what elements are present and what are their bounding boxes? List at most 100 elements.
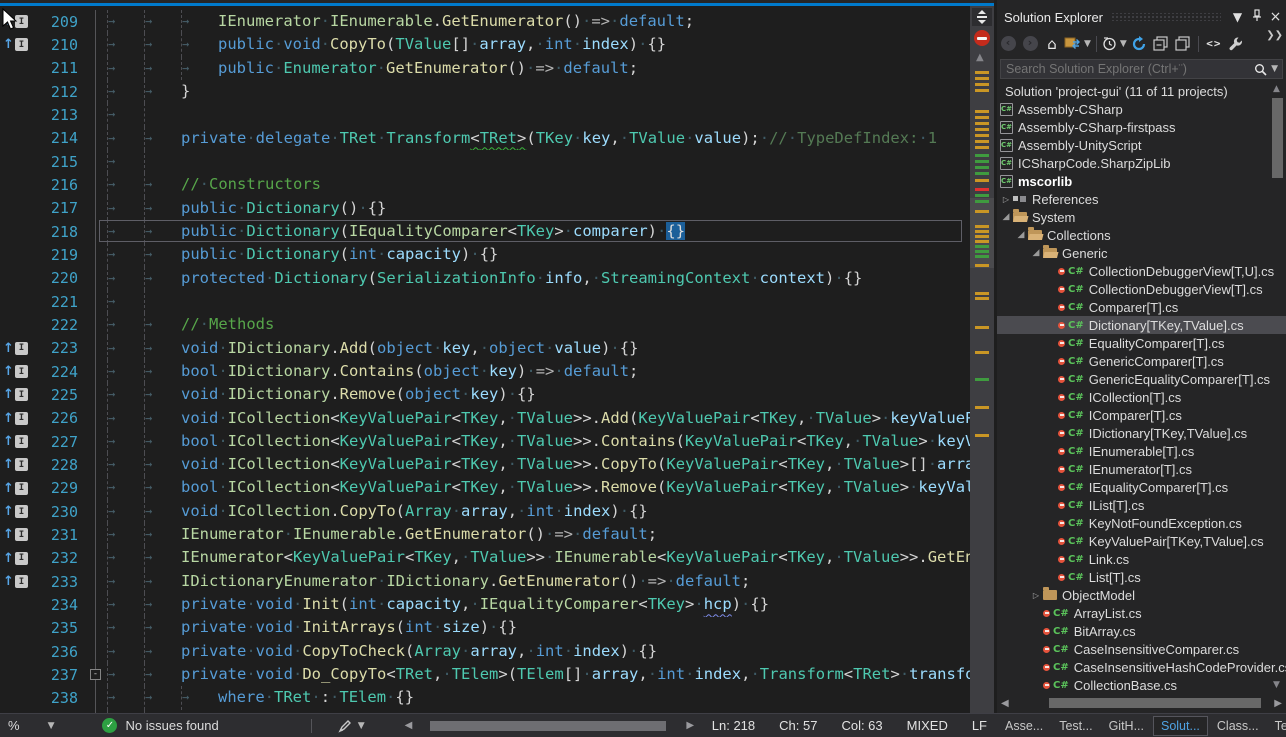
code-line[interactable]: ↑I229→→bool·ICollection<KeyValuePair<TKe…: [0, 477, 970, 500]
scroll-up-icon[interactable]: ▲: [1273, 84, 1280, 94]
code-text[interactable]: →→→public·Enumerator·GetEnumerator()·=>·…: [96, 57, 970, 81]
line-number[interactable]: 215: [34, 153, 78, 171]
issues-indicator[interactable]: ✓ No issues found: [102, 718, 218, 733]
code-text[interactable]: →→IEnumerator<KeyValuePair<TKey,·TValue>…: [96, 546, 970, 570]
search-input[interactable]: [1001, 62, 1254, 76]
implements-interface-gutter-icon[interactable]: ↑I: [0, 575, 34, 588]
tree-item[interactable]: C#ICollection[T].cs: [997, 388, 1286, 406]
line-number[interactable]: 237: [34, 666, 78, 684]
panel-tab-asse[interactable]: Asse...: [998, 717, 1050, 735]
code-text[interactable]: →→private·delegate·TRet·Transform<TRet>(…: [96, 127, 970, 151]
tree-item[interactable]: ◢Generic: [997, 244, 1286, 262]
implements-interface-gutter-icon[interactable]: ↑I: [0, 482, 34, 495]
fold-margin[interactable]: [78, 640, 96, 663]
code-text[interactable]: →→→where·TRet·:·TElem·{}: [96, 686, 970, 710]
tree-item[interactable]: C#CollectionDebuggerView[T,U].cs: [997, 262, 1286, 280]
implements-interface-gutter-icon[interactable]: ↑I: [0, 365, 34, 378]
code-text[interactable]: →→public·Dictionary(IEqualityComparer<TK…: [96, 220, 970, 244]
code-text[interactable]: →→void·ICollection<KeyValuePair<TKey,·TV…: [96, 453, 970, 477]
fold-margin[interactable]: [78, 267, 96, 290]
code-text[interactable]: →→}: [96, 80, 970, 104]
code-line[interactable]: ↑I231→→IEnumerator·IEnumerable.GetEnumer…: [0, 523, 970, 546]
search-options-chevron-icon[interactable]: ▼: [1271, 64, 1278, 74]
tree-item[interactable]: C#BitArray.cs: [997, 622, 1286, 640]
panel-tab-test[interactable]: Test...: [1052, 717, 1099, 735]
code-text[interactable]: →→bool·ICollection<KeyValuePair<TKey,·TV…: [96, 430, 970, 454]
fold-margin[interactable]: [78, 173, 96, 196]
code-line[interactable]: ↑I224→→bool·IDictionary.Contains(object·…: [0, 360, 970, 383]
code-text[interactable]: →→//·Constructors: [96, 173, 970, 197]
fold-margin[interactable]: [78, 220, 96, 243]
fold-margin[interactable]: [78, 243, 96, 266]
scrollbar-track[interactable]: [418, 720, 680, 732]
code-text[interactable]: →→void·ICollection<KeyValuePair<TKey,·TV…: [96, 407, 970, 431]
code-text[interactable]: →→void·IDictionary.Add(object·key,·objec…: [96, 337, 970, 361]
pin-button[interactable]: [1248, 9, 1265, 25]
line-number[interactable]: 225: [34, 386, 78, 404]
code-line[interactable]: ↑I233 →→IDictionaryEnumerator·IDictionary…: [0, 570, 970, 593]
code-text[interactable]: →→//·Methods: [96, 313, 970, 337]
fold-margin[interactable]: [78, 57, 96, 80]
code-analysis-status-icon[interactable]: [974, 30, 990, 46]
line-number[interactable]: 235: [34, 619, 78, 637]
code-text[interactable]: →→→public·void·CopyTo(TValue[]·array,·in…: [96, 33, 970, 57]
tree-item[interactable]: C#EqualityComparer[T].cs: [997, 334, 1286, 352]
tree-item[interactable]: Assembly-UnityScript: [997, 136, 1286, 154]
line-ending-indicator[interactable]: LF: [972, 718, 987, 733]
code-line[interactable]: 212→→}: [0, 80, 970, 103]
line-number[interactable]: 216: [34, 176, 78, 194]
code-text[interactable]: →→→IEnumerator·IEnumerable.GetEnumerator…: [96, 10, 970, 34]
line-number[interactable]: 236: [34, 643, 78, 661]
line-number[interactable]: 217: [34, 199, 78, 217]
code-line[interactable]: ↑I230→→void·ICollection.CopyTo(Array·arr…: [0, 500, 970, 523]
fold-margin[interactable]: [78, 430, 96, 453]
code-line[interactable]: 218 →→public·Dictionary(IEqualityComparer…: [0, 220, 970, 243]
tree-item[interactable]: C#GenericEqualityComparer[T].cs: [997, 370, 1286, 388]
tree-horizontal-scrollbar[interactable]: ◀ ▶: [997, 696, 1286, 710]
scroll-left-icon[interactable]: ◀: [405, 720, 413, 731]
fold-margin[interactable]: [78, 547, 96, 570]
show-all-files-button[interactable]: [1173, 33, 1193, 55]
code-text[interactable]: →→public·Dictionary()·{}: [96, 197, 970, 221]
home-button[interactable]: ⌂: [1042, 33, 1062, 55]
code-text[interactable]: →→bool·ICollection<KeyValuePair<TKey,·TV…: [96, 476, 970, 500]
fold-collapse-button[interactable]: -: [90, 669, 101, 680]
encoding-indicator[interactable]: MIXED: [907, 718, 948, 733]
code-line[interactable]: 234→→private·void·Init(int·capacity,·IEq…: [0, 593, 970, 616]
tree-item[interactable]: C#GenericComparer[T].cs: [997, 352, 1286, 370]
line-number[interactable]: 233: [34, 573, 78, 591]
line-number[interactable]: 221: [34, 293, 78, 311]
fold-margin[interactable]: [78, 523, 96, 546]
code-line[interactable]: 211→→→public·Enumerator·GetEnumerator()·…: [0, 57, 970, 80]
implements-interface-gutter-icon[interactable]: ↑I: [0, 505, 34, 518]
line-number[interactable]: 234: [34, 596, 78, 614]
tree-item[interactable]: C#KeyNotFoundException.cs: [997, 514, 1286, 532]
scroll-right-icon[interactable]: ▶: [1274, 698, 1282, 709]
code-text[interactable]: →→IDictionaryEnumerator·IDictionary.GetE…: [96, 570, 970, 594]
tree-item[interactable]: C#IEnumerable[T].cs: [997, 442, 1286, 460]
code-line[interactable]: ↑I209→→→IEnumerator·IEnumerable.GetEnume…: [0, 10, 970, 33]
implements-interface-gutter-icon[interactable]: ↑I: [0, 38, 34, 51]
implements-interface-gutter-icon[interactable]: ↑I: [0, 15, 34, 28]
properties-button[interactable]: [1226, 33, 1246, 55]
scrollbar-track[interactable]: [1013, 697, 1271, 709]
fold-margin[interactable]: [78, 127, 96, 150]
line-number[interactable]: 231: [34, 526, 78, 544]
code-line[interactable]: ↑I225→→void·IDictionary.Remove(object·ke…: [0, 383, 970, 406]
tree-item[interactable]: C#ArrayList.cs: [997, 604, 1286, 622]
tree-vertical-scrollbar[interactable]: ▲ ▼: [1272, 82, 1284, 694]
line-number[interactable]: 218: [34, 223, 78, 241]
code-text[interactable]: →→protected·Dictionary(SerializationInfo…: [96, 267, 970, 291]
forward-button[interactable]: ›: [1020, 33, 1040, 55]
tree-item[interactable]: ◢Collections: [997, 226, 1286, 244]
scrollbar-thumb[interactable]: [430, 721, 666, 731]
tree-item[interactable]: C#Link.cs: [997, 550, 1286, 568]
line-number[interactable]: 220: [34, 269, 78, 287]
line-number[interactable]: 223: [34, 339, 78, 357]
collapse-expander-icon[interactable]: ◢: [1014, 230, 1028, 240]
code-text[interactable]: →: [96, 290, 970, 314]
line-number[interactable]: 232: [34, 549, 78, 567]
tree-item[interactable]: ▷ObjectModel: [997, 586, 1286, 604]
fold-margin[interactable]: [78, 570, 96, 593]
fold-margin[interactable]: [78, 150, 96, 173]
